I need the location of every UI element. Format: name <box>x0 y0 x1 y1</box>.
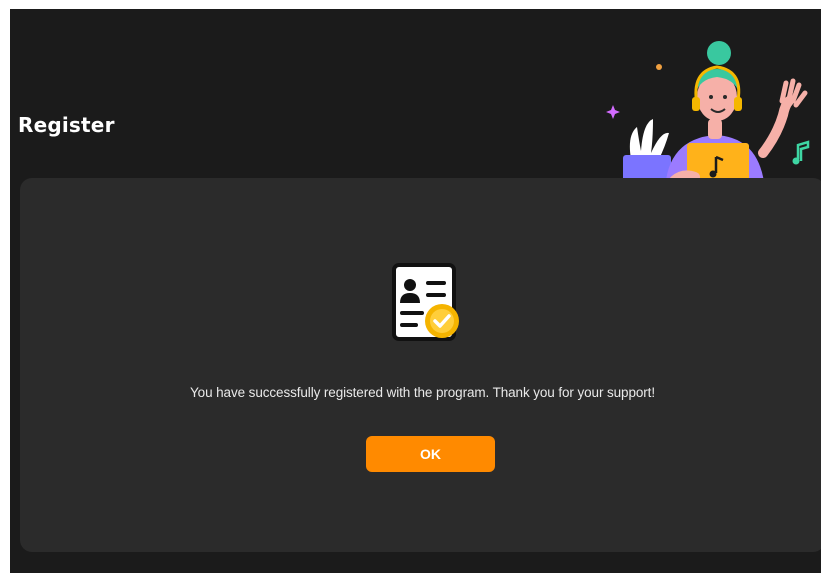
person-with-laptop-illustration <box>606 41 810 191</box>
app-window: Register You have successfully registere… <box>10 9 821 573</box>
success-dialog: You have successfully registered with th… <box>20 178 821 552</box>
page-title: Register <box>18 113 115 137</box>
success-message: You have successfully registered with th… <box>190 385 655 400</box>
registration-document-check-icon <box>392 263 459 341</box>
ok-button[interactable]: OK <box>366 436 495 472</box>
